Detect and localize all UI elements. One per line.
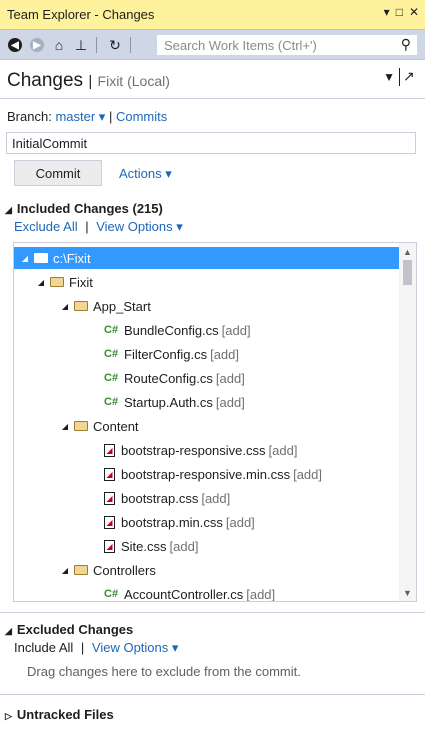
search-work-items-input[interactable]: Search Work Items (Ctrl+') ⚲ — [156, 34, 418, 56]
css-file-icon: ◢ — [104, 491, 115, 505]
folder-icon — [74, 565, 88, 575]
toolbar: ◀ ▶ ⌂ ⊥ ↻ Search Work Items (Ctrl+') ⚲ — [0, 30, 425, 60]
links-separator: | — [85, 219, 89, 234]
page-header: Changes | Fixit (Local) ▼ ↗ — [0, 60, 425, 98]
tree-row[interactable]: C# FilterConfig.cs [add] — [14, 343, 416, 365]
search-icon[interactable]: ⚲ — [401, 36, 411, 53]
home-icon[interactable]: ⌂ — [50, 36, 68, 54]
excluded-changes-header[interactable]: ◢ Excluded Changes — [5, 622, 133, 637]
window-title: Team Explorer - Changes — [7, 7, 155, 22]
exclude-all-link[interactable]: Exclude All — [14, 219, 78, 234]
tree-row[interactable]: ◢ Fixit — [14, 271, 416, 293]
csharp-file-icon: C# — [104, 396, 119, 408]
window-buttons: ▾ □ ✕ — [384, 5, 419, 19]
refresh-icon[interactable]: ↻ — [106, 36, 124, 54]
commit-message-input[interactable] — [7, 133, 415, 153]
chevron-down-icon[interactable]: ▼ — [383, 70, 395, 84]
expand-icon: ▷ — [5, 711, 12, 721]
page-title: Changes — [7, 70, 84, 91]
tree-row[interactable]: ◢ bootstrap.css [add] — [14, 487, 416, 509]
branch-label: Branch: — [7, 109, 52, 124]
commit-message-box — [6, 132, 416, 154]
maximize-icon[interactable]: □ — [396, 5, 403, 19]
undock-icon[interactable]: ↗ — [399, 68, 419, 86]
collapse-icon: ◢ — [5, 626, 12, 636]
tree-row[interactable]: C# RouteConfig.cs [add] — [14, 367, 416, 389]
tree-row[interactable]: ◢ bootstrap-responsive.css [add] — [14, 439, 416, 461]
pin-icon[interactable]: ⊥ — [72, 36, 90, 54]
folder-icon — [50, 277, 64, 287]
excluded-links: Include All | View Options ▾ — [14, 640, 178, 656]
toolbar-separator — [96, 37, 97, 53]
close-icon[interactable]: ✕ — [409, 5, 419, 19]
expand-icon[interactable]: ◢ — [60, 566, 70, 575]
css-file-icon: ◢ — [104, 443, 115, 457]
branch-separator: | — [108, 109, 113, 124]
title-bar: Team Explorer - Changes ▾ □ ✕ — [0, 0, 425, 30]
header-divider — [0, 98, 425, 99]
search-placeholder: Search Work Items (Ctrl+') — [164, 38, 317, 53]
collapse-icon: ◢ — [5, 205, 12, 215]
css-file-icon: ◢ — [104, 467, 115, 481]
view-options-dropdown[interactable]: View Options ▾ — [92, 640, 179, 655]
tree-row[interactable]: ◢ bootstrap.min.css [add] — [14, 511, 416, 533]
commit-button[interactable]: Commit — [14, 160, 102, 186]
view-options-dropdown[interactable]: View Options ▾ — [96, 219, 183, 234]
expand-icon[interactable]: ◢ — [60, 422, 70, 431]
toolbar-separator — [130, 37, 131, 53]
back-icon[interactable]: ◀ — [6, 36, 24, 54]
csharp-file-icon: C# — [104, 324, 119, 336]
title-separator: | — [88, 73, 93, 90]
scroll-down-icon[interactable]: ▼ — [399, 584, 416, 601]
scroll-thumb[interactable] — [403, 260, 412, 285]
css-file-icon: ◢ — [104, 539, 115, 553]
untracked-files-header[interactable]: ▷ Untracked Files — [5, 707, 114, 722]
expand-icon[interactable]: ◢ — [20, 254, 30, 263]
csharp-file-icon: C# — [104, 348, 119, 360]
forward-icon[interactable]: ▶ — [28, 36, 46, 54]
excluded-hint: Drag changes here to exclude from the co… — [27, 664, 301, 679]
folder-icon — [74, 301, 88, 311]
tree-row[interactable]: ◢ c:\Fixit — [14, 247, 406, 269]
csharp-file-icon: C# — [104, 372, 119, 384]
section-divider — [0, 694, 425, 695]
included-links: Exclude All | View Options ▾ — [14, 219, 183, 235]
tree-row[interactable]: ◢ Site.css [add] — [14, 535, 416, 557]
links-separator: | — [80, 640, 85, 655]
section-divider — [0, 612, 425, 613]
tree-row[interactable]: ◢ Controllers — [14, 559, 416, 581]
tree-row[interactable]: C# BundleConfig.cs [add] — [14, 319, 416, 341]
dropdown-icon[interactable]: ▾ — [384, 5, 390, 19]
included-changes-header[interactable]: ◢ Included Changes (215) — [5, 201, 163, 216]
scroll-up-icon[interactable]: ▲ — [399, 243, 416, 260]
include-all-link[interactable]: Include All — [14, 640, 73, 655]
tree-row[interactable]: C# AccountController.cs [add] — [14, 583, 416, 602]
actions-dropdown[interactable]: Actions ▾ — [119, 166, 172, 182]
css-file-icon: ◢ — [104, 515, 115, 529]
branch-line: Branch: master ▾ | Commits — [7, 109, 167, 125]
expand-icon[interactable]: ◢ — [36, 278, 46, 287]
tree-row[interactable]: ◢ bootstrap-responsive.min.css [add] — [14, 463, 416, 485]
folder-icon — [74, 421, 88, 431]
folder-icon — [34, 253, 48, 263]
tree-row[interactable]: ◢ App_Start — [14, 295, 416, 317]
tree-row[interactable]: C# Startup.Auth.cs [add] — [14, 391, 416, 413]
tree-row[interactable]: ◢ Content — [14, 415, 416, 437]
branch-dropdown[interactable]: master ▾ — [55, 109, 105, 124]
commits-link[interactable]: Commits — [116, 109, 167, 124]
repository-name: Fixit (Local) — [97, 73, 170, 89]
tree-scrollbar[interactable]: ▲ ▼ — [399, 243, 416, 601]
expand-icon[interactable]: ◢ — [60, 302, 70, 311]
page-title-group: Changes | Fixit (Local) — [7, 70, 170, 92]
included-changes-tree[interactable]: ◢ c:\Fixit ◢ Fixit ◢ App_Start C# Bundle… — [13, 242, 417, 602]
csharp-file-icon: C# — [104, 588, 119, 600]
